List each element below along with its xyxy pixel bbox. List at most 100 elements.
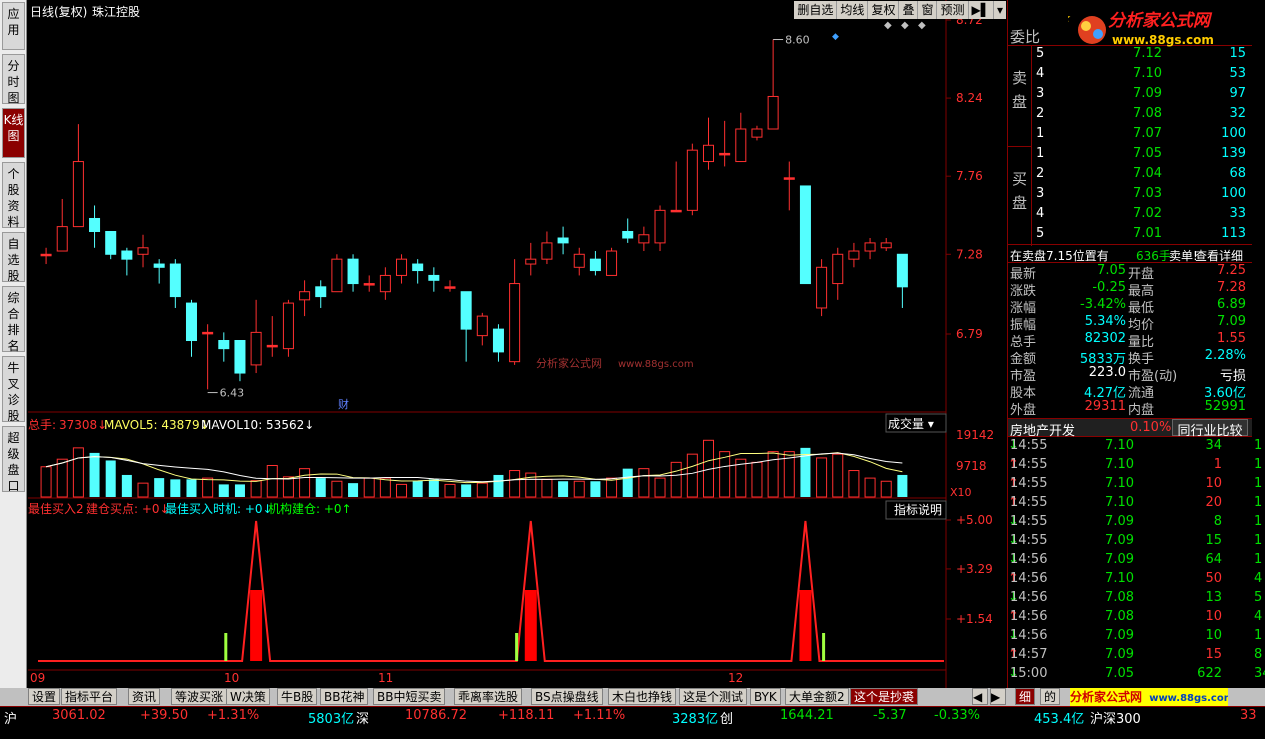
- volume-bar: [638, 468, 650, 498]
- bid-row[interactable]: 2 7.04 68: [1008, 166, 1253, 186]
- tick-row[interactable]: 14:57 7.09 15 ↑: [1008, 647, 1253, 667]
- tick-volume: 622: [1197, 666, 1222, 681]
- volume-bar: [202, 477, 214, 498]
- tick-row[interactable]: 14:55 7.09 8 ↓: [1008, 514, 1253, 534]
- indicator-tab[interactable]: 木白也挣钱: [608, 688, 677, 705]
- ma-button[interactable]: 均线: [837, 1, 869, 19]
- indicator-tab[interactable]: 这是个测试: [679, 688, 748, 705]
- indicator-tab[interactable]: BB花神: [320, 688, 369, 705]
- volume-bar: [590, 481, 601, 497]
- candle-body: [234, 340, 246, 374]
- sz-amount: 3283亿: [672, 712, 719, 727]
- indicator-tab[interactable]: 乖离率选股: [454, 688, 523, 705]
- volume-bar: [348, 483, 359, 497]
- tab-stock-info[interactable]: 个股资料: [2, 162, 25, 229]
- indicator-tab[interactable]: 这个是抄裘: [850, 688, 919, 705]
- chart-area[interactable]: 8.72 8.24 7.76 7.28 6.79 8.60 6.43 财分析家公式网 www.8…: [28, 0, 1006, 690]
- bid-price: 7.01: [1133, 226, 1162, 241]
- tab-intraday[interactable]: 分时图: [2, 54, 25, 105]
- tab-watchlist[interactable]: 自选股: [2, 232, 25, 283]
- tab-super-quote[interactable]: 超级盘口: [2, 426, 25, 493]
- tab-2[interactable]: 的: [1040, 688, 1061, 705]
- adjust-button[interactable]: 复权: [868, 1, 900, 19]
- candle-body: [767, 95, 779, 130]
- overlay-button[interactable]: 叠: [899, 1, 919, 19]
- stat-value: -3.42%: [1080, 297, 1126, 312]
- sh-amount: 5803亿: [308, 712, 355, 727]
- bid-row[interactable]: 1 7.05 139: [1008, 146, 1253, 166]
- tick-row[interactable]: 14:55 7.10 1 ↑: [1008, 457, 1253, 477]
- tick-row[interactable]: 14:56 7.09 64 ↓: [1008, 552, 1253, 572]
- tick-time: 14:55: [1010, 476, 1048, 491]
- indicator-tab[interactable]: 设置: [28, 688, 61, 705]
- watermark-url: www.88gs.com: [618, 359, 694, 370]
- indicator-tab[interactable]: 等波买涨: [171, 688, 228, 705]
- peer-compare-button[interactable]: 同行业比较: [1172, 419, 1248, 439]
- bid-level: 4: [1036, 206, 1045, 221]
- tick-row[interactable]: 14:56 7.08 13 ↓: [1008, 590, 1253, 610]
- stat-row[interactable]: 外盘 29311 内盘 52991: [1008, 399, 1253, 419]
- tick-row[interactable]: 14:55 7.09 15 ↓: [1008, 533, 1253, 553]
- candle-body: [412, 263, 424, 272]
- indicator-tab[interactable]: W决策: [226, 688, 270, 705]
- ask-row[interactable]: 3 7.09 97: [1008, 86, 1253, 106]
- volume-bar: [186, 479, 197, 497]
- volume-bar: [40, 466, 52, 498]
- indicator-tab[interactable]: 资讯: [128, 688, 161, 705]
- tick-row[interactable]: 15:00 7.05 622 ↓: [1008, 666, 1253, 686]
- ind-label-1: 最佳买入2: [28, 502, 84, 516]
- dropdown-icon[interactable]: ▾: [994, 1, 1006, 19]
- tick-row[interactable]: 14:56 7.10 50 ↑: [1008, 571, 1253, 591]
- detail-tab[interactable]: 细: [1015, 688, 1036, 705]
- tick-price: 7.09: [1105, 514, 1134, 529]
- diamond-icon: ◆: [884, 20, 892, 31]
- tick-row[interactable]: 14:55 7.10 10 ↑: [1008, 476, 1253, 496]
- tick-price: 7.10: [1105, 457, 1134, 472]
- indicator-tab[interactable]: 指标平台: [61, 688, 118, 705]
- tick-volume: 34: [1205, 438, 1222, 453]
- bid-row[interactable]: 4 7.02 33: [1008, 206, 1253, 226]
- volume-bar: [170, 479, 181, 497]
- window-button[interactable]: 窗: [918, 1, 938, 19]
- indicator-bar: [250, 590, 263, 661]
- tick-row[interactable]: 14:55 7.10 20 ↑: [1008, 495, 1253, 515]
- tick-volume: 20: [1205, 495, 1222, 510]
- ask-row[interactable]: 1 7.07 100: [1008, 126, 1253, 146]
- scroll-right-icon[interactable]: ▶: [990, 688, 1006, 705]
- tab-diagnosis[interactable]: 牛叉诊股: [2, 356, 25, 423]
- bid-row[interactable]: 5 7.01 113: [1008, 226, 1253, 246]
- indicator-tab[interactable]: BYK: [750, 688, 781, 705]
- candle-body: [185, 302, 197, 342]
- indicator-tab[interactable]: 大单金额2: [785, 688, 849, 705]
- ask-row[interactable]: 4 7.10 53: [1008, 66, 1253, 86]
- tick-row[interactable]: 14:56 7.08 10 ↑: [1008, 609, 1253, 629]
- ask-level: 5: [1036, 46, 1045, 61]
- tab-ranking[interactable]: 综合排名: [2, 286, 25, 353]
- bid-qty: 113: [1221, 226, 1246, 241]
- expand-icon[interactable]: ▶▌: [969, 1, 994, 19]
- tick-row[interactable]: 14:56 7.09 10 ↓: [1008, 628, 1253, 648]
- indicator-tab[interactable]: BS点操盘线: [531, 688, 603, 705]
- predict-button[interactable]: 预测: [937, 1, 969, 19]
- signal-bar: [224, 633, 228, 661]
- remove-watchlist-button[interactable]: 删自选: [794, 1, 838, 19]
- tick-extra: 34: [1254, 666, 1265, 681]
- tick-row[interactable]: 14:55 7.10 34 ↓: [1008, 438, 1253, 458]
- ask-row[interactable]: 2 7.08 32: [1008, 106, 1253, 126]
- tab-kline[interactable]: K线图: [2, 108, 25, 158]
- bid-row[interactable]: 3 7.03 100: [1008, 186, 1253, 206]
- chart-mode[interactable]: 日线(复权): [30, 3, 87, 20]
- candle-body: [622, 231, 634, 239]
- tick-time: 14:55: [1010, 495, 1048, 510]
- volume-bar: [654, 477, 666, 498]
- indicator-tab[interactable]: BB中短买卖: [373, 688, 446, 705]
- volume-bar: [767, 451, 779, 498]
- stat-label: 外盘: [1010, 403, 1037, 418]
- scroll-left-icon[interactable]: ◀: [972, 688, 988, 705]
- indicator-tab[interactable]: 牛B股: [277, 688, 318, 705]
- tab-apps[interactable]: 应用: [2, 2, 25, 50]
- candle-body: [492, 328, 504, 353]
- sell-alert[interactable]: 在卖盘7.15位置有 636手 卖单! 查看详细: [1008, 244, 1265, 263]
- sector-header: 房地产开发 0.10% 同行业比较: [1008, 418, 1265, 439]
- candle-body: [40, 253, 52, 257]
